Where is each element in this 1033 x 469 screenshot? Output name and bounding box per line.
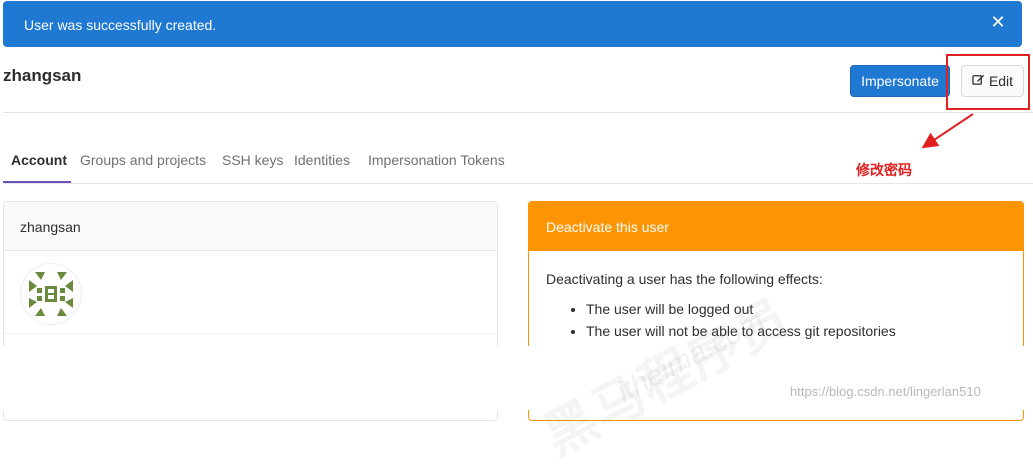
profile-card-title: zhangsan	[4, 202, 497, 251]
flash-message: User was successfully created.	[24, 17, 217, 33]
tab-impersonation-tokens[interactable]: Impersonation Tokens	[368, 152, 505, 168]
impersonate-button[interactable]: Impersonate	[850, 65, 950, 97]
tab-ssh-keys[interactable]: SSH keys	[222, 152, 283, 168]
list-item: The user will be logged out	[586, 301, 1006, 317]
user-tabs: Account Groups and projects SSH keys Ide…	[3, 140, 1033, 185]
avatar	[20, 263, 82, 325]
list-item: The user will not be able to access git …	[586, 323, 1006, 339]
page-title: zhangsan	[3, 66, 82, 85]
annotation-highlight-box	[946, 54, 1030, 110]
tab-account[interactable]: Account	[11, 152, 67, 168]
deactivate-card-title: Deactivate this user	[529, 202, 1023, 251]
deactivate-effects-list: The user will be logged out The user wil…	[546, 301, 1006, 339]
header-divider	[3, 112, 1033, 113]
deactivate-description: Deactivating a user has the following ef…	[546, 271, 823, 287]
tabs-divider	[3, 183, 1033, 184]
identicon-avatar-icon	[29, 272, 73, 316]
tab-groups-and-projects[interactable]: Groups and projects	[80, 152, 206, 168]
impersonate-label: Impersonate	[861, 73, 939, 89]
close-icon[interactable]: ✕	[988, 12, 1008, 32]
tab-identities[interactable]: Identities	[294, 152, 350, 168]
avatar-row	[4, 251, 497, 334]
screenshot-crop-area	[0, 346, 1033, 410]
flash-alert: User was successfully created. ✕	[3, 1, 1022, 47]
